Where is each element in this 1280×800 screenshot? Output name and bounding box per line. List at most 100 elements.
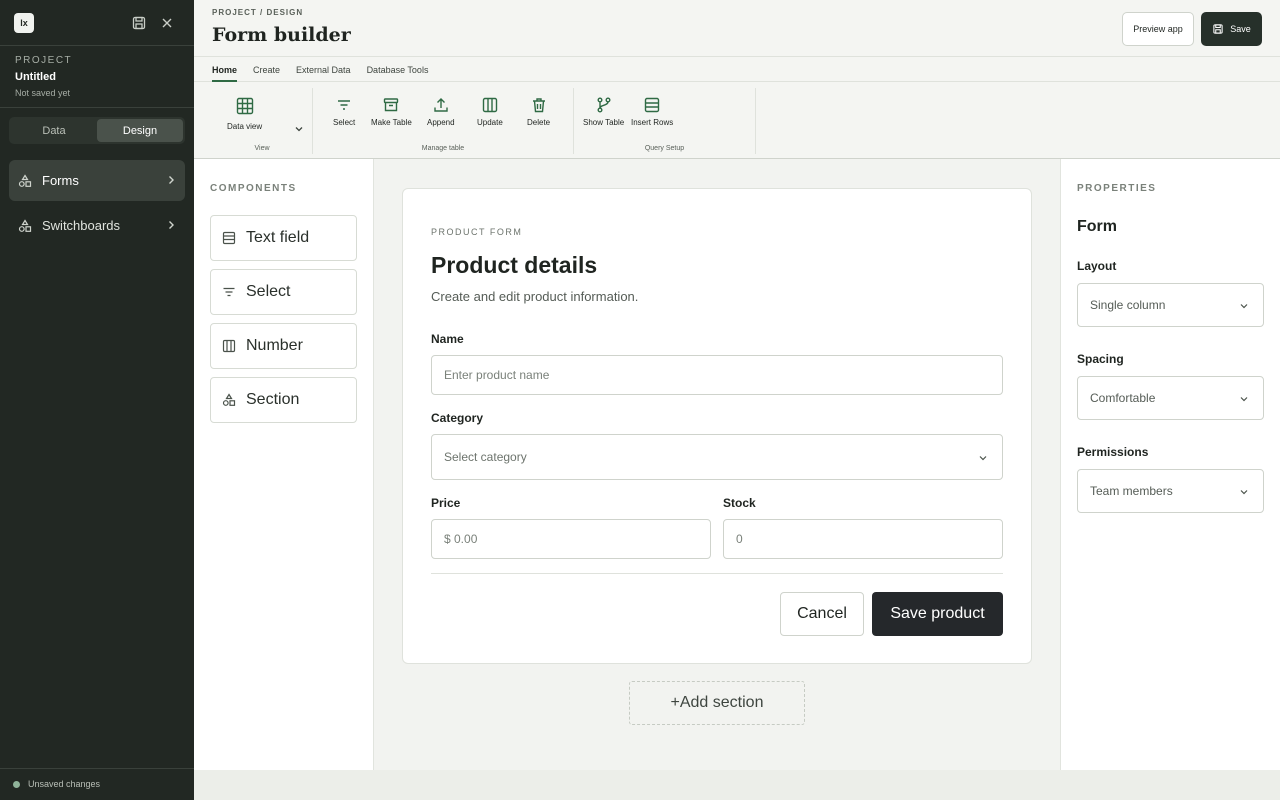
tab-external-data[interactable]: External Data <box>296 57 351 82</box>
ribbon-group-view: Data view View <box>212 88 313 154</box>
chevron-down-icon <box>1240 397 1248 402</box>
save-button-label: Save <box>1230 24 1251 34</box>
layout-label: Layout <box>1077 259 1117 273</box>
sidebar-item-switchboards[interactable]: Switchboards <box>9 205 185 246</box>
ribbon: Data view View Select Make Table Append … <box>194 82 1280 159</box>
page-title: Form builder <box>212 24 351 46</box>
form-card[interactable]: PRODUCT FORM Product details Create and … <box>402 188 1032 664</box>
chevron-down-icon <box>979 456 987 461</box>
project-label: PROJECT <box>15 55 73 66</box>
upload-icon <box>434 98 448 112</box>
component-label: Section <box>246 391 300 408</box>
select-button[interactable]: Select <box>333 96 355 127</box>
make-table-button[interactable]: Make Table <box>371 96 412 127</box>
data-view-label: Data view <box>227 122 263 131</box>
delete-label: Delete <box>527 118 551 127</box>
chevron-down-icon[interactable] <box>294 124 304 134</box>
show-table-button[interactable]: Show Table <box>583 96 624 127</box>
price-label: Price <box>431 496 461 510</box>
permissions-select[interactable]: Team members <box>1077 469 1264 513</box>
update-button[interactable]: Update <box>477 96 503 127</box>
ribbon-group-label: Manage table <box>421 145 465 152</box>
archive-icon <box>384 98 399 112</box>
layout-select[interactable]: Single column <box>1077 283 1264 327</box>
toggle-design[interactable]: Design <box>97 119 183 142</box>
header: PROJECT / DESIGN Form builder Preview ap… <box>194 0 1280 57</box>
tab-database-tools[interactable]: Database Tools <box>367 57 429 82</box>
spacing-select[interactable]: Comfortable <box>1077 376 1264 420</box>
ribbon-group-label: Query Setup <box>644 145 685 152</box>
project-name: Untitled <box>15 71 56 83</box>
permissions-select-value: Team members <box>1090 484 1173 498</box>
shapes-icon <box>18 218 32 233</box>
save-status-text: Unsaved changes <box>28 779 101 789</box>
component-text-field[interactable]: Text field <box>210 215 357 261</box>
make-table-label: Make Table <box>371 118 412 127</box>
preview-app-button[interactable]: Preview app <box>1122 12 1194 46</box>
save-status: Unsaved changes <box>13 779 100 789</box>
close-icon[interactable] <box>159 15 175 31</box>
component-select[interactable]: Select <box>210 269 357 315</box>
append-button[interactable]: Append <box>427 96 455 127</box>
git-branch-icon <box>597 97 611 113</box>
project-status: Not saved yet <box>15 88 71 98</box>
rows-icon <box>644 97 660 113</box>
append-label: Append <box>427 118 455 127</box>
form-description: Create and edit product information. <box>431 289 639 304</box>
columns-icon <box>482 97 498 113</box>
toggle-data[interactable]: Data <box>11 119 97 142</box>
sidebar-divider <box>0 45 194 46</box>
tab-create[interactable]: Create <box>253 57 280 82</box>
tab-home[interactable]: Home <box>212 57 238 82</box>
shapes-icon <box>18 173 32 188</box>
category-select-value: Select category <box>444 450 527 464</box>
component-section[interactable]: Section <box>210 377 357 423</box>
select-label: Select <box>333 118 356 127</box>
shapes-icon <box>222 393 236 406</box>
insert-rows-button[interactable]: Insert Rows <box>631 96 673 127</box>
stock-input[interactable] <box>723 519 1003 559</box>
sidebar-item-label: Forms <box>42 173 79 188</box>
save-icon[interactable] <box>131 15 147 31</box>
ribbon-group-label: View <box>254 145 270 152</box>
delete-button[interactable]: Delete <box>527 96 550 127</box>
ribbon-group-manage-table: Select Make Table Append Update Delete M… <box>313 88 574 154</box>
properties-panel: PROPERTIES Form Layout Single column Spa… <box>1060 159 1280 770</box>
properties-heading: PROPERTIES <box>1077 183 1157 194</box>
chevron-down-icon <box>1240 304 1248 309</box>
sidebar-item-label: Switchboards <box>42 218 121 233</box>
stock-label: Stock <box>723 496 756 510</box>
component-label: Text field <box>246 229 310 246</box>
save-icon <box>1213 24 1223 34</box>
permissions-label: Permissions <box>1077 445 1149 459</box>
save-button[interactable]: Save <box>1201 12 1262 46</box>
price-input[interactable] <box>431 519 711 559</box>
status-dot <box>13 780 20 788</box>
spacing-label: Spacing <box>1077 352 1124 366</box>
component-label: Number <box>246 337 303 354</box>
add-section-button[interactable]: +Add section <box>629 681 805 725</box>
chevron-right-icon <box>165 174 177 186</box>
layout-select-value: Single column <box>1090 298 1166 312</box>
update-label: Update <box>477 118 503 127</box>
table-grid-icon <box>236 97 253 115</box>
sidebar-item-forms[interactable]: Forms <box>9 160 185 201</box>
form-title: Product details <box>431 252 598 278</box>
spacing-select-value: Comfortable <box>1090 391 1156 405</box>
name-label: Name <box>431 332 464 346</box>
cancel-button[interactable]: Cancel <box>780 592 864 636</box>
form-eyebrow: PRODUCT FORM <box>431 227 523 237</box>
name-input[interactable] <box>431 355 1003 395</box>
ribbon-group-query-setup: Show Table Insert Rows Query Setup <box>574 88 756 154</box>
filter-icon <box>223 287 235 297</box>
save-product-button[interactable]: Save product <box>872 592 1003 636</box>
trash-icon <box>532 98 545 113</box>
breadcrumb: PROJECT / DESIGN <box>212 8 304 17</box>
component-number[interactable]: Number <box>210 323 357 369</box>
form-canvas: PRODUCT FORM Product details Create and … <box>374 159 1060 770</box>
data-view-button[interactable]: Data view <box>227 96 262 131</box>
sidebar-divider <box>0 107 194 108</box>
chevron-right-icon <box>165 219 177 231</box>
category-select[interactable]: Select category <box>431 434 1003 480</box>
text-field-icon <box>222 231 236 245</box>
